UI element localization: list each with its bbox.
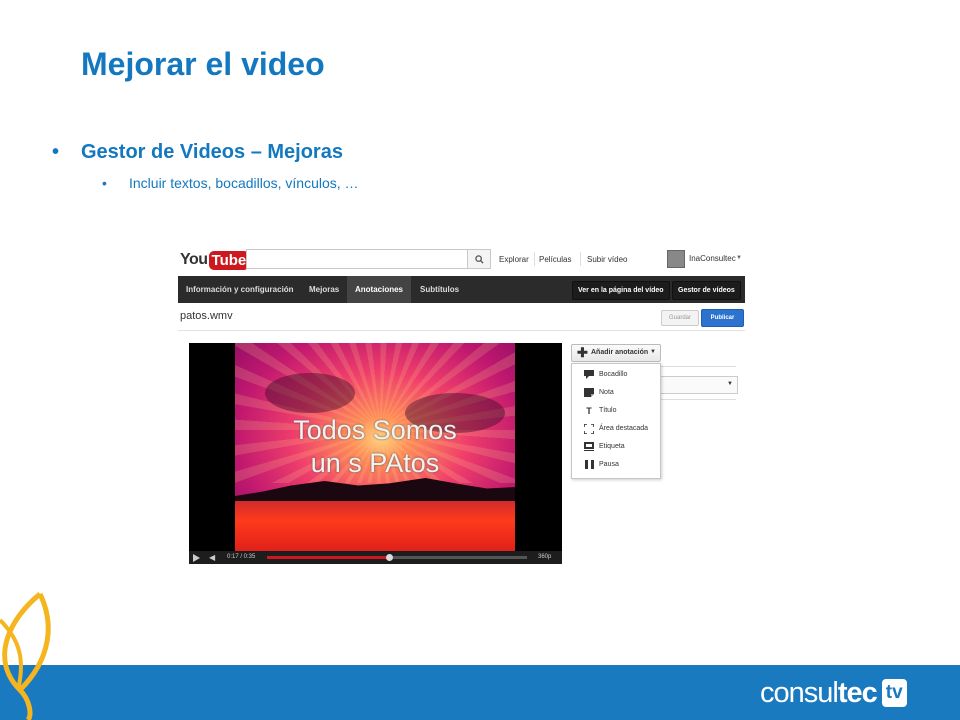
nav-separator [580, 252, 581, 266]
logo-text-tec: tec [837, 676, 878, 709]
bullet-level2: • Incluir textos, bocadillos, vínculos, … [102, 175, 359, 191]
chevron-down-icon: ▼ [650, 349, 656, 355]
menu-item-label: Área destacada [599, 425, 649, 432]
annotation-type-menu: Bocadillo Nota T Título Área destacada E… [571, 363, 661, 479]
youtube-header: You Tube Explorar Películas Subir vídeo … [178, 246, 745, 276]
note-icon [584, 388, 594, 397]
add-annotation-label: Añadir anotación [591, 349, 649, 356]
player-controls: ◀ 0:17 / 0:35 360p [189, 551, 562, 564]
menu-item-label: Nota [599, 389, 614, 396]
menu-item-area-destacada[interactable]: Área destacada [572, 420, 660, 438]
nav-peliculas[interactable]: Películas [539, 255, 571, 264]
pause-icon [584, 460, 594, 469]
menu-item-label: Pausa [599, 461, 619, 468]
sea-reflection [235, 501, 515, 551]
tab-informacion[interactable]: Información y configuración [178, 276, 302, 303]
tab-mejoras[interactable]: Mejoras [301, 276, 347, 303]
bullet-dot: • [102, 175, 107, 191]
video-manager-button[interactable]: Gestor de vídeos [672, 281, 741, 300]
volume-icon[interactable]: ◀ [209, 553, 215, 562]
video-caption-line1: Todos Somos [293, 415, 457, 445]
plus-icon: ✚ [577, 345, 588, 360]
youtube-logo[interactable]: You Tube [180, 249, 250, 271]
menu-item-label: Bocadillo [599, 371, 628, 378]
logo-tv-badge: tv [881, 679, 907, 707]
bullet-level1-text: Gestor de Videos – Mejoras [81, 141, 343, 163]
search-button[interactable] [467, 249, 491, 269]
cloud-shape [265, 373, 355, 413]
logo-text-consul: consul [760, 676, 839, 709]
menu-item-label: Etiqueta [599, 443, 625, 450]
quality-selector[interactable]: 360p [538, 554, 551, 560]
progress-handle[interactable] [386, 554, 394, 561]
youtube-annotations-screenshot: You Tube Explorar Películas Subir vídeo … [178, 246, 745, 564]
menu-item-bocadillo[interactable]: Bocadillo [572, 366, 660, 384]
progress-fill [267, 556, 390, 559]
menu-item-titulo[interactable]: T Título [572, 402, 660, 420]
bullet-dot: • [52, 141, 60, 163]
slide-title: Mejorar el video [81, 46, 325, 82]
logo-tube: Tube [208, 250, 250, 270]
tab-subtitulos[interactable]: Subtítulos [412, 276, 467, 303]
video-caption-line2: un s PAtos [310, 448, 440, 478]
bullet-level1: • Gestor de Videos – Mejoras [52, 141, 343, 164]
chevron-down-icon: ▼ [727, 381, 733, 387]
nav-explorar[interactable]: Explorar [499, 255, 529, 264]
video-manager-tabs: Información y configuración Mejoras Anot… [178, 276, 745, 303]
menu-item-pausa[interactable]: Pausa [572, 456, 660, 474]
publish-button[interactable]: Publicar [701, 309, 744, 327]
spotlight-icon [584, 423, 594, 434]
tab-anotaciones[interactable]: Anotaciones [347, 276, 412, 303]
search-input[interactable] [246, 249, 468, 269]
avatar[interactable] [667, 250, 685, 268]
nav-subir-video[interactable]: Subir vídeo [587, 255, 627, 264]
view-video-page-button[interactable]: Ver en la página del vídeo [572, 281, 670, 300]
annotation-select[interactable]: ▼ [658, 376, 738, 394]
nav-separator [534, 252, 535, 266]
add-annotation-button[interactable]: ✚ Añadir anotación ▼ [571, 344, 661, 362]
leaf-decoration-icon [0, 592, 51, 720]
menu-item-etiqueta[interactable]: Etiqueta [572, 438, 660, 456]
progress-bar[interactable] [267, 554, 527, 561]
chevron-down-icon[interactable]: ▼ [736, 255, 742, 261]
consultec-tv-logo: consul tec tv [760, 673, 907, 713]
menu-item-label: Título [599, 407, 617, 414]
video-filename: patos.wmv [180, 310, 233, 322]
video-player[interactable]: Todos Somos un s PAtos ◀ 0:17 / 0:35 360… [189, 343, 562, 564]
save-button[interactable]: Guardar [661, 310, 699, 326]
menu-item-nota[interactable]: Nota [572, 384, 660, 402]
video-frame: Todos Somos un s PAtos [235, 343, 515, 551]
time-display: 0:17 / 0:35 [227, 554, 256, 560]
bullet-level2-text: Incluir textos, bocadillos, vínculos, … [129, 175, 359, 191]
search-icon [474, 254, 484, 264]
speech-bubble-icon [584, 370, 594, 379]
title-icon: T [586, 405, 592, 416]
logo-you: You [180, 251, 208, 268]
label-icon [584, 442, 594, 451]
video-title-bar: patos.wmv Guardar Publicar [178, 303, 745, 331]
user-name[interactable]: InaConsultec [689, 254, 736, 263]
play-icon[interactable] [193, 554, 200, 562]
